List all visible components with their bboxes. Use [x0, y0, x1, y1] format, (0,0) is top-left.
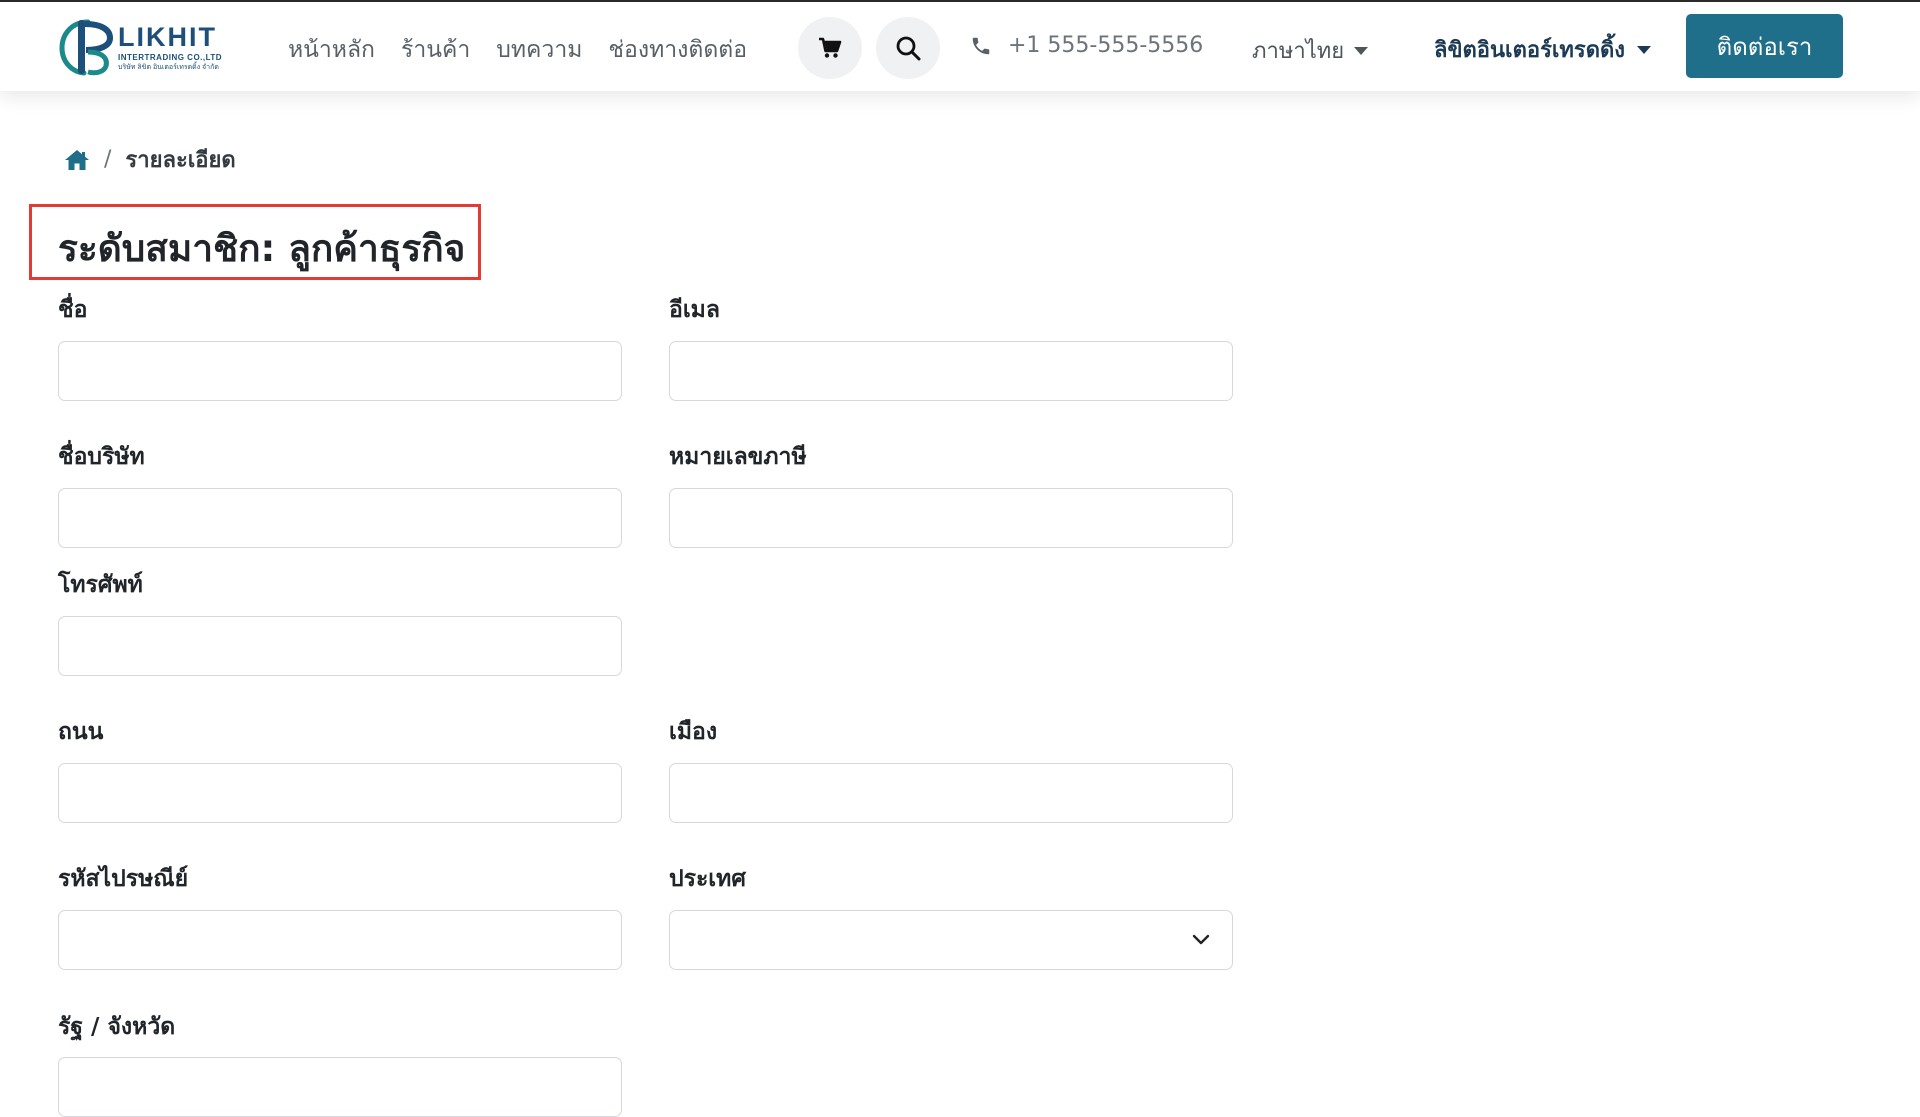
email-label: อีเมล	[669, 297, 720, 323]
account-dropdown[interactable]: ลิขิตอินเตอร์เทรดดิ้ง	[1434, 32, 1652, 67]
tax-id-input[interactable]	[669, 488, 1233, 548]
main-nav: หน้าหลัก ร้านค้า บทความ ช่องทางติดต่อ	[288, 32, 747, 68]
cart-button[interactable]	[798, 17, 862, 79]
street-input[interactable]	[58, 763, 622, 823]
breadcrumb-current: รายละเอียด	[125, 148, 236, 173]
language-dropdown[interactable]: ภาษาไทย	[1252, 33, 1369, 68]
phone-icon	[972, 37, 990, 54]
zip-label: รหัสไปรษณีย์	[58, 866, 189, 892]
brand-name: LIKHIT	[118, 21, 217, 52]
breadcrumb-separator: /	[104, 147, 112, 172]
country-label: ประเทศ	[669, 866, 746, 892]
phone-label: โทรศัพท์	[58, 572, 143, 598]
search-icon	[896, 36, 921, 61]
breadcrumb: / รายละเอียด	[64, 142, 236, 177]
nav-item-shop[interactable]: ร้านค้า	[401, 32, 470, 68]
country-select[interactable]	[669, 910, 1233, 970]
brand-subtitle: INTERTRADING CO.,LTD	[118, 52, 223, 62]
home-icon[interactable]	[64, 149, 90, 171]
company-name-label: ชื่อบริษัท	[58, 444, 145, 470]
state-input[interactable]	[58, 1057, 622, 1117]
phone-number: +1 555-555-5556	[1008, 33, 1204, 58]
language-label: ภาษาไทย	[1252, 39, 1345, 64]
site-header: LIKHIT INTERTRADING CO.,LTD บริษัท ลิขิต…	[0, 2, 1920, 91]
page-title: ระดับสมาชิก: ลูกค้าธุรกิจ	[58, 227, 466, 270]
brand-thai-name: บริษัท ลิขิต อินเตอร์เทรดดิ้ง จำกัด	[118, 63, 219, 71]
nav-item-blog[interactable]: บทความ	[496, 32, 582, 68]
phone-input[interactable]	[58, 616, 622, 676]
contact-us-button[interactable]: ติดต่อเรา	[1686, 14, 1843, 78]
account-name: ลิขิตอินเตอร์เทรดดิ้ง	[1434, 38, 1626, 63]
city-label: เมือง	[669, 719, 718, 745]
city-input[interactable]	[669, 763, 1233, 823]
caret-down-icon	[1637, 45, 1652, 54]
email-input[interactable]	[669, 341, 1233, 401]
search-button[interactable]	[876, 17, 940, 79]
caret-down-icon	[1354, 46, 1369, 55]
street-label: ถนน	[58, 719, 104, 745]
company-name-input[interactable]	[58, 488, 622, 548]
phone-contact[interactable]: +1 555-555-5556	[970, 33, 1203, 58]
name-input[interactable]	[58, 341, 622, 401]
logo-mark-icon	[58, 16, 116, 78]
nav-item-contact[interactable]: ช่องทางติดต่อ	[608, 32, 747, 68]
nav-item-home[interactable]: หน้าหลัก	[288, 32, 375, 68]
chevron-down-icon	[1192, 934, 1210, 945]
zip-input[interactable]	[58, 910, 622, 970]
tax-id-label: หมายเลขภาษี	[669, 444, 807, 470]
state-label: รัฐ / จังหวัด	[58, 1014, 176, 1040]
brand-logo[interactable]: LIKHIT INTERTRADING CO.,LTD บริษัท ลิขิต…	[58, 15, 238, 79]
cart-icon	[819, 37, 842, 58]
name-label: ชื่อ	[58, 297, 88, 323]
